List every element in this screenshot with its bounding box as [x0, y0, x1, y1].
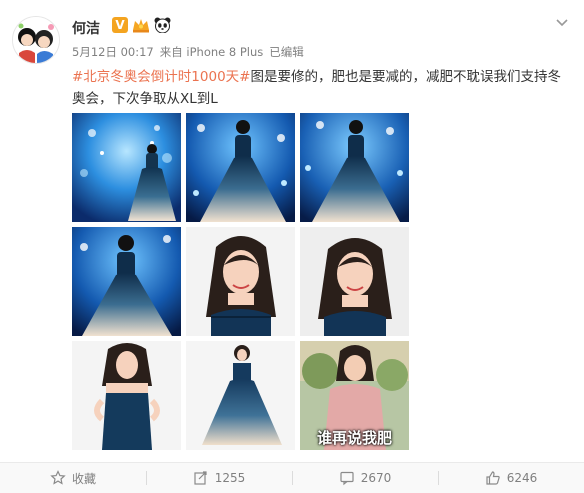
- image-thumbnail[interactable]: [186, 113, 295, 222]
- repost-icon: [194, 471, 207, 485]
- topic-link[interactable]: #北京冬奥会倒计时1000天#: [72, 69, 250, 85]
- post-text-line2: 奥会，下次争取从XL到L: [72, 91, 218, 107]
- post-time[interactable]: 5月12日 00:17: [72, 44, 154, 60]
- comment-count: 2670: [360, 471, 392, 485]
- weibo-post: 何洁 V 5月12日 00:17 来自 iPhone 8 Plus 已编辑 #北…: [0, 0, 584, 493]
- image-thumbnail[interactable]: [186, 341, 295, 450]
- image-thumbnail[interactable]: [72, 113, 181, 222]
- like-button[interactable]: 6246: [438, 463, 584, 493]
- image-caption: 谁再说我肥: [316, 429, 392, 447]
- comment-icon: [340, 471, 354, 486]
- edited-label[interactable]: 已编辑: [269, 44, 304, 60]
- like-count: 6246: [506, 471, 538, 485]
- post-meta: 5月12日 00:17 来自 iPhone 8 Plus 已编辑: [72, 44, 304, 60]
- image-thumbnail[interactable]: [300, 113, 409, 222]
- image-thumbnail[interactable]: [72, 341, 181, 450]
- repost-count: 1255: [214, 471, 246, 485]
- badges: V: [112, 17, 171, 33]
- action-bar: 收藏 1255 2670 6246: [0, 463, 584, 493]
- repost-button[interactable]: 1255: [146, 463, 292, 493]
- post-text: #北京冬奥会倒计时1000天#图是要修的，肥也是要减的，减肥不耽误我们支持冬 奥…: [72, 66, 567, 110]
- post-source[interactable]: 来自 iPhone 8 Plus: [160, 44, 264, 60]
- favorite-label: 收藏: [71, 471, 96, 486]
- image-thumbnail[interactable]: [300, 227, 409, 336]
- verified-v-icon[interactable]: V: [112, 17, 128, 33]
- post-text-line1: 图是要修的，肥也是要减的，减肥不耽误我们支持冬: [250, 69, 561, 85]
- panda-icon: [154, 17, 171, 33]
- avatar[interactable]: [12, 16, 60, 64]
- like-icon: [486, 471, 500, 485]
- username[interactable]: 何洁: [72, 18, 100, 38]
- chevron-down-icon[interactable]: [554, 14, 570, 30]
- star-icon: [50, 470, 66, 485]
- image-thumbnail[interactable]: [186, 227, 295, 336]
- favorite-button[interactable]: 收藏: [0, 463, 146, 493]
- vip-crown-icon[interactable]: [132, 17, 150, 33]
- comment-button[interactable]: 2670: [292, 463, 438, 493]
- image-thumbnail[interactable]: 谁再说我肥: [300, 341, 409, 450]
- image-thumbnail[interactable]: [72, 227, 181, 336]
